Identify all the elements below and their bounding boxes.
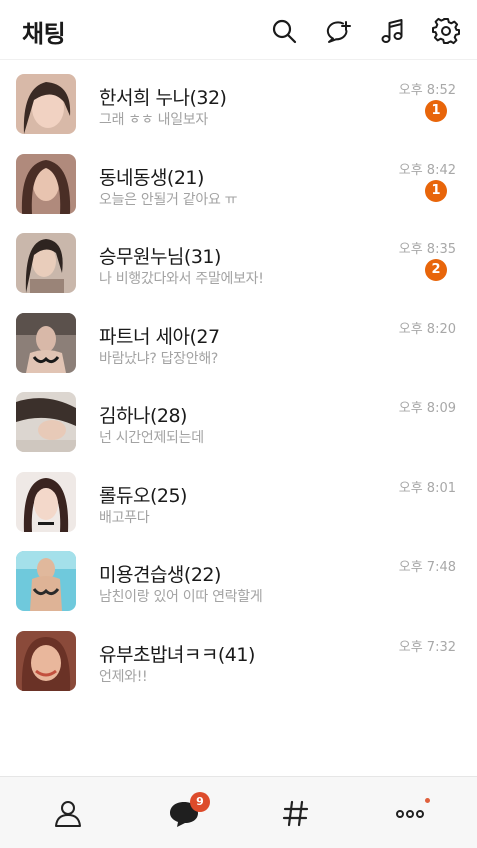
chat-time: 오후 8:09 — [398, 401, 456, 416]
chat-name: 동네동생(21) — [99, 166, 204, 189]
chat-name: 승무원누님(31) — [99, 246, 221, 268]
avatar — [16, 392, 76, 452]
person-icon — [54, 801, 81, 827]
chat-time: 오후 8:52 — [398, 83, 456, 98]
chat-name: 미용견습생(22) — [99, 564, 221, 586]
chat-row[interactable]: 동네동생(21) 오늘은 안될거 같아요 ㅠ 오후 8:42 1 — [0, 142, 477, 222]
chat-row[interactable]: 한서희 누나(32) 그래 ㅎㅎ 내일보자 오후 8:52 1 — [0, 62, 477, 142]
chat-preview: 넌 시간언제되는데 — [99, 430, 204, 446]
chat-preview: 오늘은 안될거 같아요 ㅠ — [99, 191, 238, 208]
unread-badge: 1 — [425, 100, 447, 122]
chat-time: 오후 8:42 — [398, 162, 456, 178]
chat-name: 파트너 세아(27 — [99, 325, 220, 348]
chat-preview: 배고푸다 — [99, 509, 150, 526]
unread-badge: 1 — [425, 179, 447, 202]
chat-count-badge: 9 — [190, 792, 210, 812]
app-header: 채팅 — [0, 0, 477, 60]
page-title: 채팅 — [22, 20, 66, 48]
chat-row[interactable]: 파트너 세아(27 바람났냐? 답장안해? 오후 8:20 — [0, 301, 477, 381]
avatar — [16, 551, 76, 611]
chat-row[interactable]: 롤듀오(25) 배고푸다 오후 8:01 — [0, 460, 477, 540]
chat-name: 롤듀오(25) — [99, 484, 187, 507]
chat-name: 한서희 누나(32) — [99, 87, 227, 109]
chat-time: 오후 8:20 — [398, 321, 456, 337]
unread-badge: 2 — [425, 259, 447, 281]
chat-time: 오후 7:48 — [398, 560, 456, 575]
chat-preview: 나 비행갔다와서 주말에보자! — [99, 271, 264, 287]
music-icon[interactable] — [375, 16, 409, 46]
chat-time: 오후 8:35 — [398, 242, 456, 257]
settings-icon[interactable] — [429, 16, 463, 46]
more-icon — [395, 810, 424, 818]
avatar — [16, 312, 76, 373]
chat-row[interactable]: 김하나(28) 넌 시간언제되는데 오후 8:09 — [0, 380, 477, 460]
chat-preview: 바람났냐? 답장안해? — [99, 350, 219, 367]
chat-name: 김하나(28) — [99, 405, 187, 427]
hashtag-icon — [282, 800, 308, 827]
header-actions — [267, 16, 463, 46]
chat-list: 한서희 누나(32) 그래 ㅎㅎ 내일보자 오후 8:52 1 동네동생(21)… — [0, 62, 477, 698]
chat-preview: 그래 ㅎㅎ 내일보자 — [99, 112, 208, 128]
chat-row[interactable]: 미용견습생(22) 남친이랑 있어 이따 연락할게 오후 7:48 — [0, 539, 477, 619]
nav-friends[interactable] — [8, 777, 127, 848]
new-chat-icon[interactable] — [321, 16, 355, 46]
chat-time: 오후 8:01 — [398, 480, 456, 496]
chat-time: 오후 7:32 — [398, 639, 456, 655]
avatar — [16, 74, 76, 134]
search-icon[interactable] — [267, 16, 301, 46]
avatar — [16, 630, 76, 691]
nav-chats[interactable]: 9 — [124, 777, 243, 848]
nav-more[interactable] — [350, 777, 469, 848]
avatar — [16, 153, 76, 214]
avatar — [16, 233, 76, 293]
chat-row[interactable]: 승무원누님(31) 나 비행갔다와서 주말에보자! 오후 8:35 2 — [0, 221, 477, 301]
chat-preview: 남친이랑 있어 이따 연락할게 — [99, 589, 263, 605]
more-notification-dot — [425, 798, 430, 803]
chat-row[interactable]: 유부초밥녀ㅋㅋ(41) 언제와!! 오후 7:32 — [0, 619, 477, 699]
avatar — [16, 471, 76, 532]
nav-hashtag[interactable] — [236, 777, 355, 848]
chat-name: 유부초밥녀ㅋㅋ(41) — [99, 643, 255, 666]
bottom-nav: 9 — [0, 776, 477, 848]
chat-preview: 언제와!! — [99, 668, 148, 685]
